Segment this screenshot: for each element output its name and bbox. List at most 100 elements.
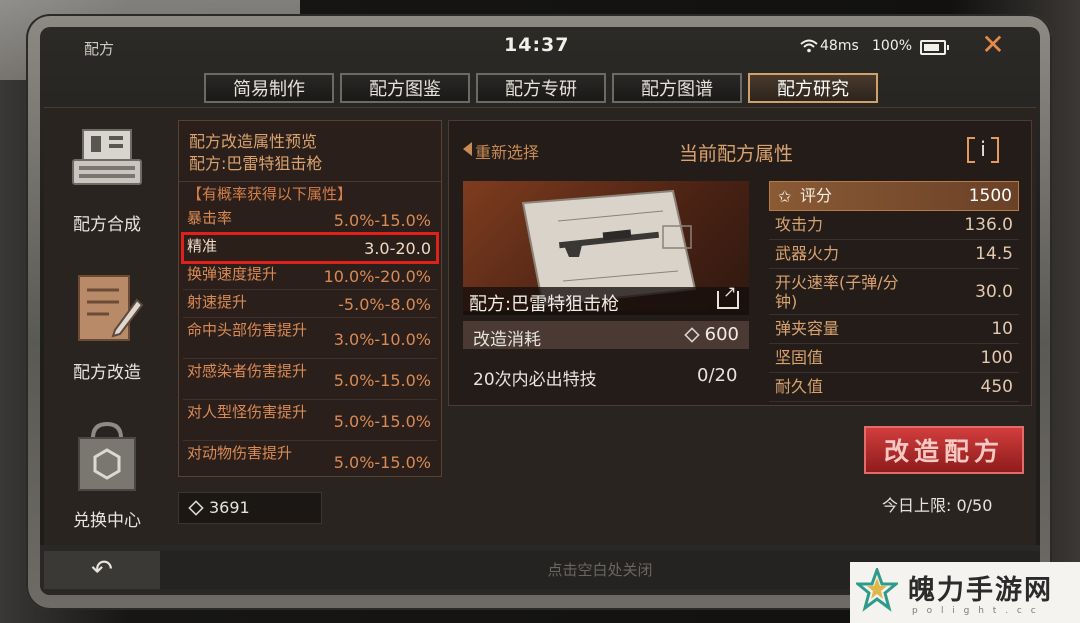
watermark-title: 魄力手游网 (908, 575, 1053, 606)
preview-recipe-name: 配方:巴雷特狙击枪 (189, 154, 323, 173)
probability-note: 【有概率获得以下属性】 (179, 181, 441, 206)
attribute-row-highlighted: 精准 3.0-20.0 (181, 232, 439, 264)
notepad-pen-icon (78, 275, 144, 341)
attribute-range: 5.0%-15.0% (333, 412, 431, 431)
sidebar-item-label: 配方改造 (73, 363, 141, 383)
stat-row: 攻击力 136.0 (769, 211, 1019, 240)
attribute-row: 命中头部伤害提升 3.0%-10.0% (183, 318, 437, 359)
guarantee-label: 20次内必出特技 (473, 370, 597, 390)
hex-coin-icon (188, 500, 204, 516)
attribute-name: 对人型怪伤害提升 (187, 403, 308, 421)
cost-value-group: 600 (683, 324, 739, 345)
guarantee-counter: 0/20 (697, 365, 738, 386)
attribute-row: 暴击率 5.0%-15.0% (183, 206, 437, 234)
stat-name: 坚固值 (775, 348, 824, 367)
stat-value: 10 (991, 319, 1013, 339)
attribute-row: 对感染者伤害提升 5.0%-15.0% (183, 359, 437, 400)
attribute-row: 对人型怪伤害提升 5.0%-15.0% (183, 400, 437, 441)
wifi-icon (800, 39, 818, 53)
daily-limit: 今日上限: 0/50 (882, 496, 993, 515)
star-logo-icon (856, 568, 898, 612)
attribute-row: 对动物伤害提升 5.0%-15.0% (183, 441, 437, 476)
modify-recipe-button[interactable]: 改造配方 (864, 426, 1024, 474)
stat-row: 坚固值 100 (769, 344, 1019, 373)
typewriter-icon (72, 129, 142, 185)
current-attributes-title: 当前配方属性 (679, 143, 794, 165)
stat-value: 136.0 (964, 215, 1013, 235)
attribute-range: 10.0%-20.0% (323, 267, 431, 286)
stat-row: 开火速率(子弹/分钟) 30.0 (769, 269, 1019, 315)
stat-name: 攻击力 (775, 215, 824, 234)
share-icon[interactable] (717, 282, 739, 309)
tab-simple-craft[interactable]: 简易制作 (204, 73, 334, 103)
clock: 14:37 (504, 34, 570, 56)
stat-name: 开火速率(子弹/分钟) (775, 273, 899, 311)
stat-row-score: ✩ 评分 1500 (769, 181, 1019, 211)
attribute-range: 3.0%-10.0% (333, 330, 431, 349)
sidebar-item-label: 配方合成 (73, 215, 141, 235)
stat-value: 14.5 (975, 244, 1013, 264)
status-bar: 配方 14:37 48ms 100% ✕ (40, 27, 1040, 67)
hex-coin-icon (683, 327, 700, 343)
recipe-name-bar: 配方:巴雷特狙击枪 (463, 282, 749, 315)
attribute-name: 精准 (187, 237, 218, 255)
tab-recipe-study[interactable]: 配方专研 (476, 73, 606, 103)
attribute-name: 命中头部伤害提升 (187, 321, 308, 339)
back-arrow-icon (463, 142, 472, 156)
watermark: 魄力手游网 p o l i g h t . c c (850, 562, 1080, 623)
recipe-name: 配方:巴雷特狙击枪 (469, 294, 620, 315)
attribute-preview-panel[interactable]: 配方改造属性预览 配方:巴雷特狙击枪 【有概率获得以下属性】 暴击率 5.0%-… (178, 120, 442, 477)
battery-percent: 100% (872, 38, 913, 54)
reselect-label: 重新选择 (475, 143, 540, 162)
stat-name: 评分 (800, 186, 833, 205)
sidebar-item-modify[interactable]: 配方改造 (62, 270, 152, 383)
watermark-subtitle: p o l i g h t . c c (912, 606, 1039, 616)
stat-value: 450 (980, 377, 1013, 397)
close-x-icon[interactable]: ✕ (978, 30, 1008, 60)
game-screen: 配方 14:37 48ms 100% ✕ 简易制作 配方图鉴 配方专研 配方图谱… (40, 27, 1040, 595)
tab-recipe-research[interactable]: 配方研究 (748, 73, 878, 103)
attribute-name: 射速提升 (187, 293, 248, 311)
attribute-range: 5.0%-15.0% (333, 453, 431, 472)
sidebar-item-label: 兑换中心 (73, 511, 141, 531)
sidebar-item-exchange[interactable]: 兑换中心 (62, 418, 152, 531)
stat-row: 武器火力 14.5 (769, 240, 1019, 269)
attribute-name: 对动物伤害提升 (187, 444, 293, 462)
stat-row: 弹夹容量 10 (769, 315, 1019, 344)
current-recipe-panel: 重新选择 当前配方属性 i 配方:巴雷特狙击枪 ↗ 改造消耗 600 20次内必… (448, 120, 1032, 406)
stat-name: 耐久值 (775, 377, 824, 396)
currency-amount: 3691 (209, 498, 250, 517)
attribute-range: 3.0-20.0 (364, 239, 431, 258)
stats-table: ✩ 评分 1500 攻击力 136.0 武器火力 14.5 开火速率(子弹/分钟… (769, 181, 1019, 402)
preview-title: 配方改造属性预览 (189, 132, 318, 151)
attribute-name: 暴击率 (187, 209, 233, 227)
app-title: 配方 (84, 40, 115, 58)
cost-value: 600 (704, 324, 739, 345)
back-arrow-icon[interactable]: ↶ (44, 551, 160, 589)
sidebar-item-synthesis[interactable]: 配方合成 (62, 122, 152, 235)
attribute-row: 换弹速度提升 10.0%-20.0% (183, 262, 437, 290)
stat-name: 武器火力 (775, 244, 840, 263)
main-panel: 配方合成 配方改造 兑换中心 配方改造属性预览 配方:巴雷特狙击枪 【有概率获得… (44, 107, 1036, 546)
attribute-range: 5.0%-15.0% (333, 371, 431, 390)
attribute-range: -5.0%-8.0% (338, 295, 431, 314)
shopping-bag-icon (78, 421, 136, 491)
reselect-button[interactable]: 重新选择 (463, 139, 540, 163)
stat-value: 1500 (968, 186, 1012, 206)
attribute-range: 5.0%-15.0% (333, 211, 431, 230)
attribute-row: 射速提升 -5.0%-8.0% (183, 290, 437, 318)
currency-balance: 3691 (178, 492, 322, 524)
star-icon: ✩ (778, 187, 792, 206)
stat-value: 100 (980, 348, 1013, 368)
attribute-name: 对感染者伤害提升 (187, 362, 308, 380)
modify-cost-row: 改造消耗 600 (463, 321, 749, 350)
tab-recipe-catalog[interactable]: 配方图鉴 (340, 73, 470, 103)
tab-recipe-atlas[interactable]: 配方图谱 (612, 73, 742, 103)
stat-name: 弹夹容量 (775, 319, 840, 338)
ping-readout: 48ms (820, 38, 859, 54)
info-button[interactable]: i (967, 135, 999, 163)
stat-row: 耐久值 450 (769, 373, 1019, 402)
stat-value: 30.0 (975, 282, 1013, 302)
cost-label: 改造消耗 (473, 330, 541, 350)
attribute-name: 换弹速度提升 (187, 265, 278, 283)
